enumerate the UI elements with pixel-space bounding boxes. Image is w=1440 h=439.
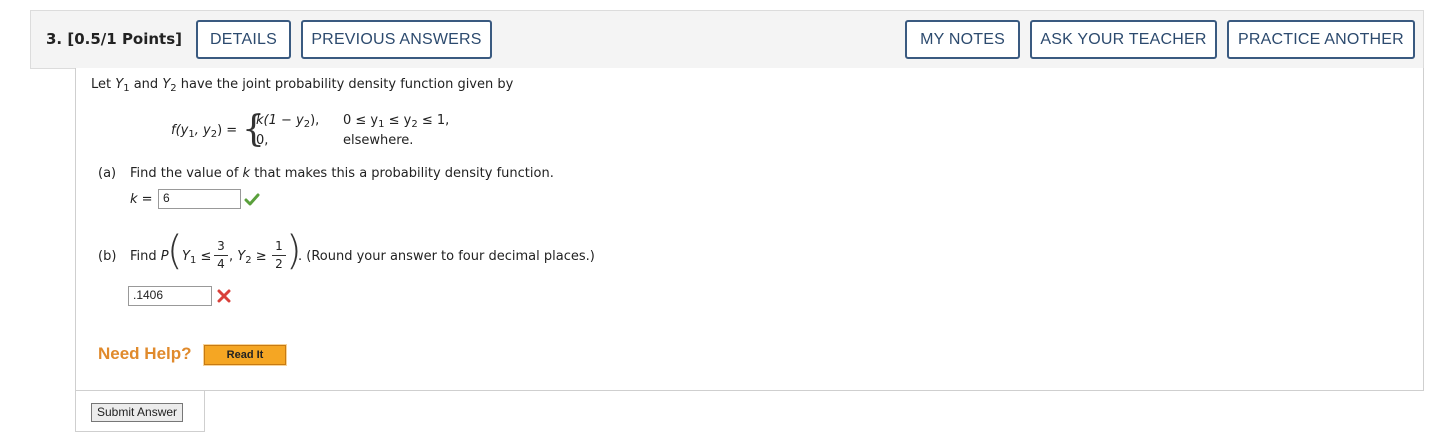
density-function-lhs: f(y1, y2) = bbox=[171, 123, 238, 140]
part-b-find: Find P bbox=[130, 249, 169, 264]
part-b-instruction: . (Round your answer to four decimal pla… bbox=[298, 249, 595, 264]
need-help-label: Need Help? bbox=[98, 344, 192, 363]
frac2-denominator: 2 bbox=[275, 257, 283, 271]
part-b-answer-input[interactable]: .1406 bbox=[128, 286, 212, 306]
question-points: [0.5/1 Points] bbox=[67, 30, 183, 48]
part-a-answer-input[interactable]: 6 bbox=[158, 189, 241, 209]
left-paren: ( bbox=[167, 228, 183, 274]
frac2-numerator: 1 bbox=[275, 239, 283, 253]
frac2-line bbox=[272, 255, 286, 256]
ask-your-teacher-button[interactable]: ASK YOUR TEACHER bbox=[1030, 20, 1217, 59]
question-header: 3. [0.5/1 Points] DETAILS PREVIOUS ANSWE… bbox=[30, 10, 1424, 69]
question-body: Let Y1 and Y2 have the joint probability… bbox=[75, 68, 1424, 391]
submit-area: Submit Answer bbox=[75, 391, 205, 432]
part-b-label: (b) bbox=[98, 249, 117, 264]
case2-condition: elsewhere. bbox=[343, 133, 414, 148]
frac1-denominator: 4 bbox=[217, 257, 225, 271]
submit-answer-button[interactable]: Submit Answer bbox=[91, 403, 184, 422]
part-a-answer-label: k = bbox=[130, 192, 153, 207]
cross-icon bbox=[217, 289, 231, 303]
question-title: 3. [0.5/1 Points] bbox=[46, 30, 182, 48]
part-b-y2: , Y2 ≥ bbox=[229, 249, 267, 266]
case1-expression: k(1 − y2), bbox=[256, 113, 320, 130]
frac1-numerator: 3 bbox=[217, 239, 225, 253]
part-a-label: (a) bbox=[98, 166, 117, 181]
check-icon bbox=[244, 193, 260, 206]
details-button[interactable]: DETAILS bbox=[196, 20, 291, 59]
part-a-text: Find the value of k that makes this a pr… bbox=[130, 166, 554, 181]
my-notes-button[interactable]: MY NOTES bbox=[905, 20, 1020, 59]
case1-condition: 0 ≤ y1 ≤ y2 ≤ 1, bbox=[343, 113, 450, 130]
practice-another-button[interactable]: PRACTICE ANOTHER bbox=[1227, 20, 1415, 59]
case2-expression: 0, bbox=[256, 133, 269, 148]
frac1-line bbox=[214, 255, 228, 256]
previous-answers-button[interactable]: PREVIOUS ANSWERS bbox=[301, 20, 492, 59]
read-it-button[interactable]: Read It bbox=[203, 344, 287, 366]
part-b-y1: Y1 ≤ bbox=[182, 249, 212, 266]
question-number: 3. bbox=[46, 30, 63, 48]
problem-intro: Let Y1 and Y2 have the joint probability… bbox=[91, 77, 514, 94]
